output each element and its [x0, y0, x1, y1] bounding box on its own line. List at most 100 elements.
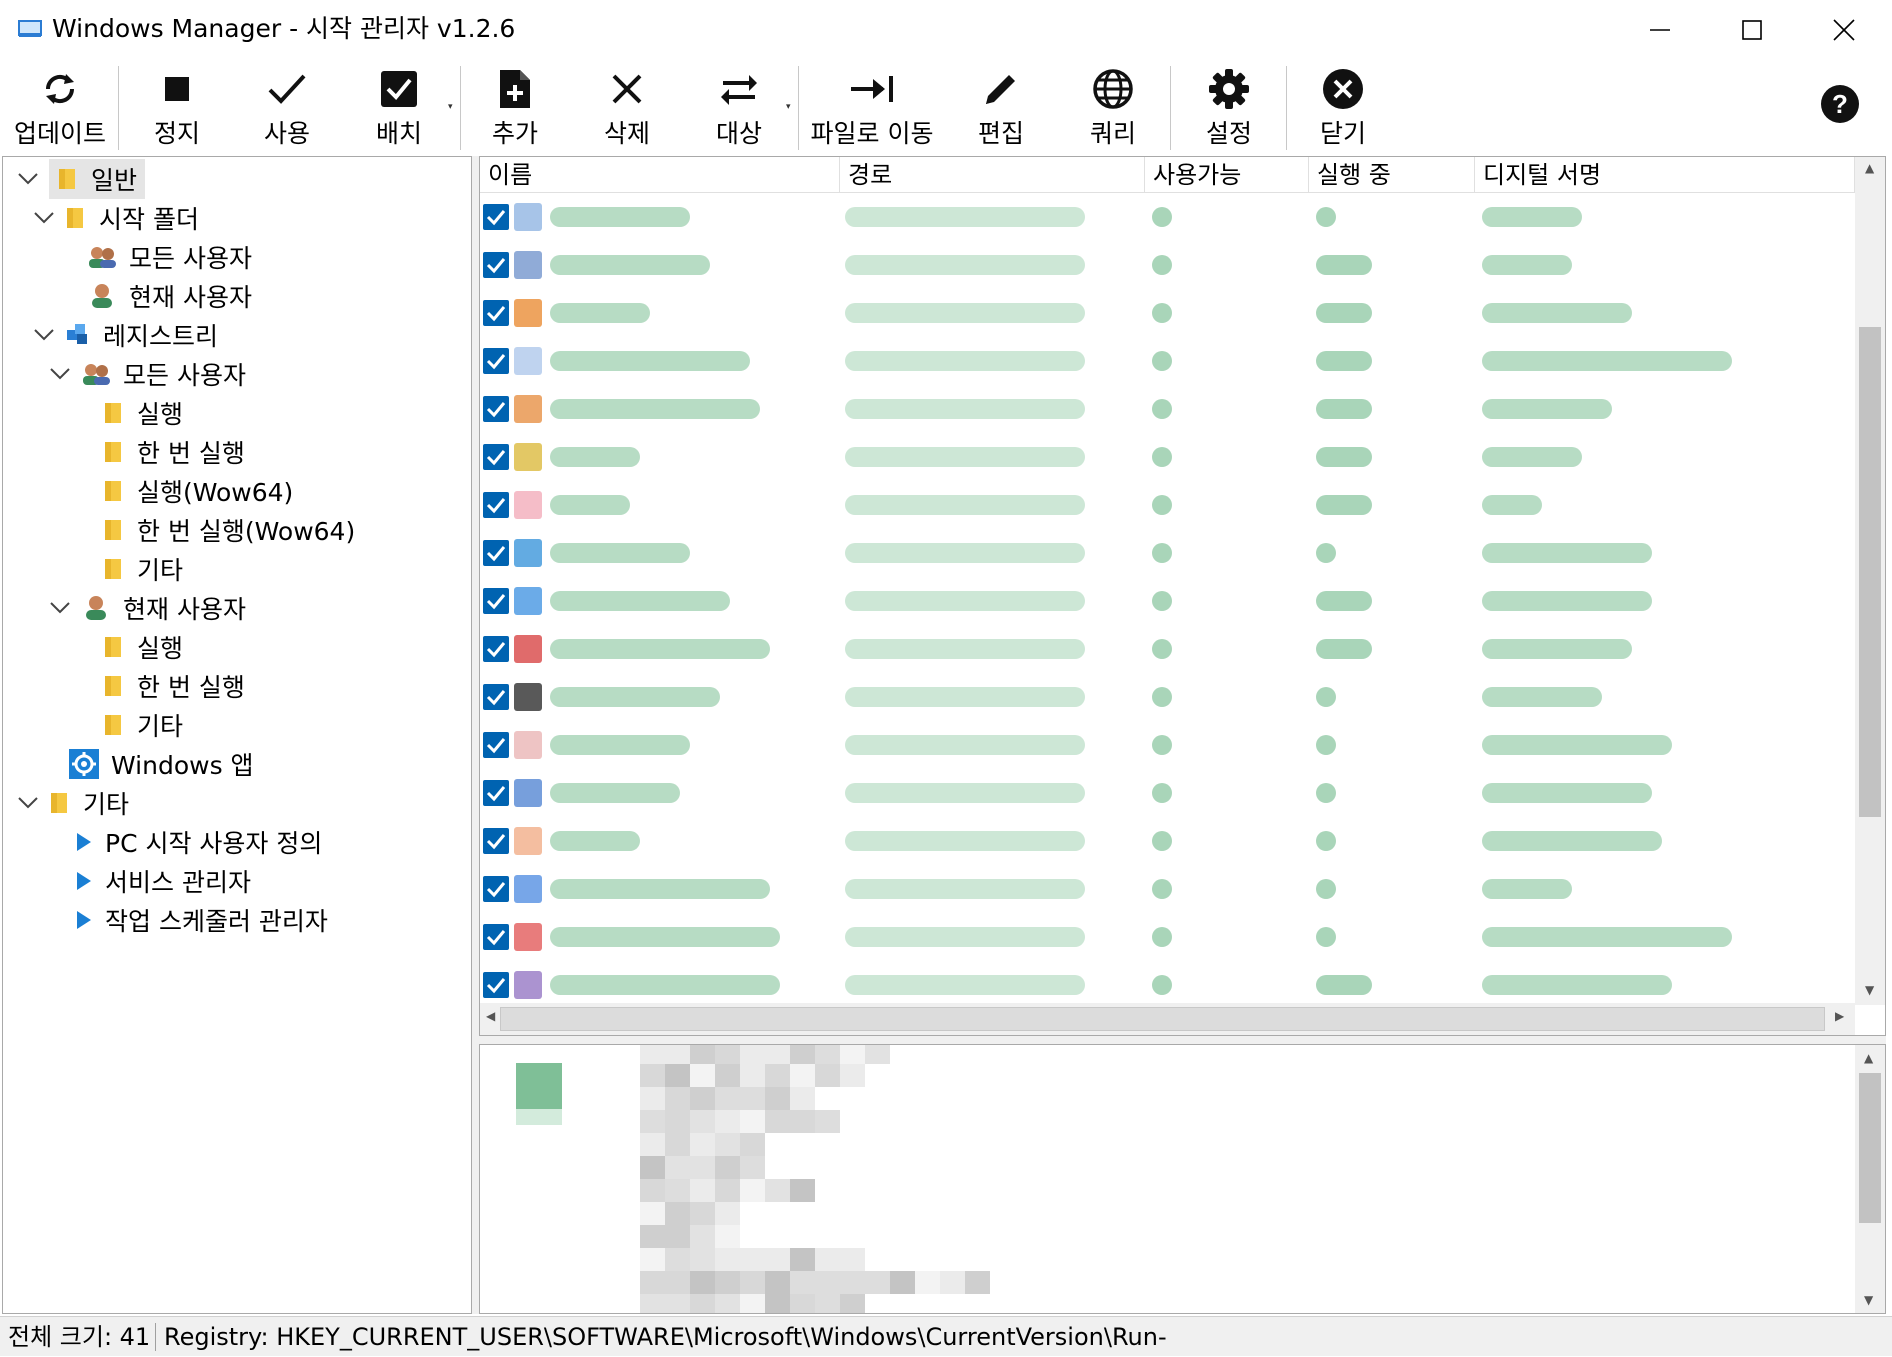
tree-item-other[interactable]: 기타 — [17, 785, 129, 821]
program-name-blurred — [550, 831, 640, 851]
enable-checkbox[interactable] — [483, 972, 509, 998]
scroll-down-icon[interactable]: ▼ — [1865, 983, 1874, 997]
tree-item-pc-startup-custom[interactable]: PC 시작 사용자 정의 — [75, 824, 322, 860]
table-row[interactable] — [480, 673, 1855, 721]
scroll-right-icon[interactable]: ▶ — [1835, 1009, 1844, 1023]
chevron-down-icon[interactable] — [17, 792, 39, 814]
enable-checkbox[interactable] — [483, 396, 509, 422]
tree-item-registry[interactable]: 레지스트리 — [33, 317, 218, 353]
table-row[interactable] — [480, 481, 1855, 529]
enable-checkbox[interactable] — [483, 876, 509, 902]
table-row[interactable] — [480, 769, 1855, 817]
scroll-down-icon[interactable]: ▼ — [1864, 1293, 1873, 1307]
horizontal-splitter[interactable] — [479, 1036, 1886, 1044]
table-row[interactable] — [480, 721, 1855, 769]
table-row[interactable] — [480, 289, 1855, 337]
chevron-down-icon[interactable] — [49, 363, 71, 385]
target-button[interactable]: 대상 — [692, 60, 786, 154]
enable-button[interactable]: 사용 — [240, 60, 334, 154]
tree-item-run-once-wow64[interactable]: 한 번 실행(Wow64) — [103, 512, 355, 548]
maximize-button[interactable] — [1706, 0, 1798, 60]
chevron-down-icon[interactable] — [49, 597, 71, 619]
tree-item-all-users-registry[interactable]: 모든 사용자 — [49, 356, 246, 392]
folder-icon — [57, 167, 79, 191]
close-button[interactable]: 닫기 — [1296, 60, 1390, 154]
tree-item-other-current[interactable]: 기타 — [103, 707, 183, 743]
enable-checkbox[interactable] — [483, 924, 509, 950]
enable-checkbox[interactable] — [483, 204, 509, 230]
enable-checkbox[interactable] — [483, 732, 509, 758]
tree-item-run-current[interactable]: 실행 — [103, 629, 183, 665]
batch-dropdown-icon[interactable]: ▾ — [448, 102, 453, 112]
help-button[interactable]: ? — [1820, 84, 1860, 128]
go-to-file-button[interactable]: 파일로 이동 — [802, 60, 942, 154]
enable-checkbox[interactable] — [483, 300, 509, 326]
add-button[interactable]: 추가 — [470, 60, 560, 154]
table-row[interactable] — [480, 433, 1855, 481]
chevron-down-icon[interactable] — [33, 324, 55, 346]
table-row[interactable] — [480, 385, 1855, 433]
enable-checkbox[interactable] — [483, 492, 509, 518]
tree-item-startup-folder[interactable]: 시작 폴더 — [33, 200, 199, 236]
query-button[interactable]: 쿼리 — [1066, 60, 1160, 154]
enable-checkbox[interactable] — [483, 444, 509, 470]
chevron-down-icon[interactable] — [33, 207, 55, 229]
column-header-running[interactable]: 실행 중 — [1309, 157, 1475, 193]
tree-item-current-user-registry[interactable]: 현재 사용자 — [49, 590, 246, 626]
close-window-button[interactable] — [1798, 0, 1890, 60]
table-row[interactable] — [480, 625, 1855, 673]
table-row[interactable] — [480, 241, 1855, 289]
enable-checkbox[interactable] — [483, 780, 509, 806]
details-scroll-thumb[interactable] — [1859, 1073, 1881, 1223]
signature-blurred — [1482, 831, 1662, 851]
table-row[interactable] — [480, 961, 1855, 1009]
delete-button[interactable]: 삭제 — [580, 60, 674, 154]
list-horizontal-scrollbar[interactable]: ◀ ▶ — [480, 1003, 1855, 1035]
status-bar: 전체 크기: 41 Registry: HKEY_CURRENT_USER\SO… — [0, 1316, 1892, 1356]
details-vertical-scrollbar[interactable]: ▲ ▼ — [1855, 1045, 1885, 1313]
column-header-enabled[interactable]: 사용가능 — [1145, 157, 1309, 193]
column-header-path[interactable]: 경로 — [840, 157, 1145, 193]
column-header-name[interactable]: 이름 — [480, 157, 840, 193]
settings-button[interactable]: 설정 — [1182, 60, 1276, 154]
enable-checkbox[interactable] — [483, 828, 509, 854]
target-dropdown-icon[interactable]: ▾ — [786, 102, 791, 112]
enable-checkbox[interactable] — [483, 636, 509, 662]
update-button[interactable]: 업데이트 — [8, 60, 112, 154]
table-row[interactable] — [480, 817, 1855, 865]
tree-item-general[interactable]: 일반 — [17, 159, 146, 199]
scroll-up-icon[interactable]: ▲ — [1865, 161, 1874, 175]
list-vertical-scrollbar[interactable]: ▲ ▼ — [1855, 157, 1885, 1005]
list-hscroll-thumb[interactable] — [500, 1007, 1825, 1031]
tree-item-run-all[interactable]: 실행 — [103, 395, 183, 431]
table-row[interactable] — [480, 577, 1855, 625]
table-row[interactable] — [480, 865, 1855, 913]
tree-item-run-wow64[interactable]: 실행(Wow64) — [103, 473, 293, 509]
scroll-up-icon[interactable]: ▲ — [1864, 1051, 1873, 1065]
enable-checkbox[interactable] — [483, 348, 509, 374]
tree-item-current-user-startup[interactable]: 현재 사용자 — [87, 278, 252, 314]
table-row[interactable] — [480, 529, 1855, 577]
tree-item-all-users-startup[interactable]: 모든 사용자 — [87, 239, 252, 275]
tree-item-windows-apps[interactable]: Windows 앱 — [69, 746, 254, 782]
tree-item-other-all[interactable]: 기타 — [103, 551, 183, 587]
tree-item-run-once-all[interactable]: 한 번 실행 — [103, 434, 245, 470]
enable-checkbox[interactable] — [483, 540, 509, 566]
enable-checkbox[interactable] — [483, 252, 509, 278]
tree-item-task-scheduler[interactable]: 작업 스케줄러 관리자 — [75, 902, 328, 938]
edit-button[interactable]: 편집 — [954, 60, 1048, 154]
minimize-button[interactable] — [1614, 0, 1706, 60]
column-header-signature[interactable]: 디지털 서명 — [1475, 157, 1855, 193]
enable-checkbox[interactable] — [483, 588, 509, 614]
stop-button[interactable]: 정지 — [130, 60, 224, 154]
enable-checkbox[interactable] — [483, 684, 509, 710]
table-row[interactable] — [480, 337, 1855, 385]
tree-item-run-once-current[interactable]: 한 번 실행 — [103, 668, 245, 704]
table-row[interactable] — [480, 913, 1855, 961]
table-row[interactable] — [480, 193, 1855, 241]
tree-item-service-manager[interactable]: 서비스 관리자 — [75, 863, 251, 899]
batch-button[interactable]: 배치 — [352, 60, 446, 154]
chevron-down-icon[interactable] — [17, 168, 39, 190]
list-scroll-thumb[interactable] — [1859, 327, 1881, 817]
scroll-left-icon[interactable]: ◀ — [486, 1009, 495, 1023]
